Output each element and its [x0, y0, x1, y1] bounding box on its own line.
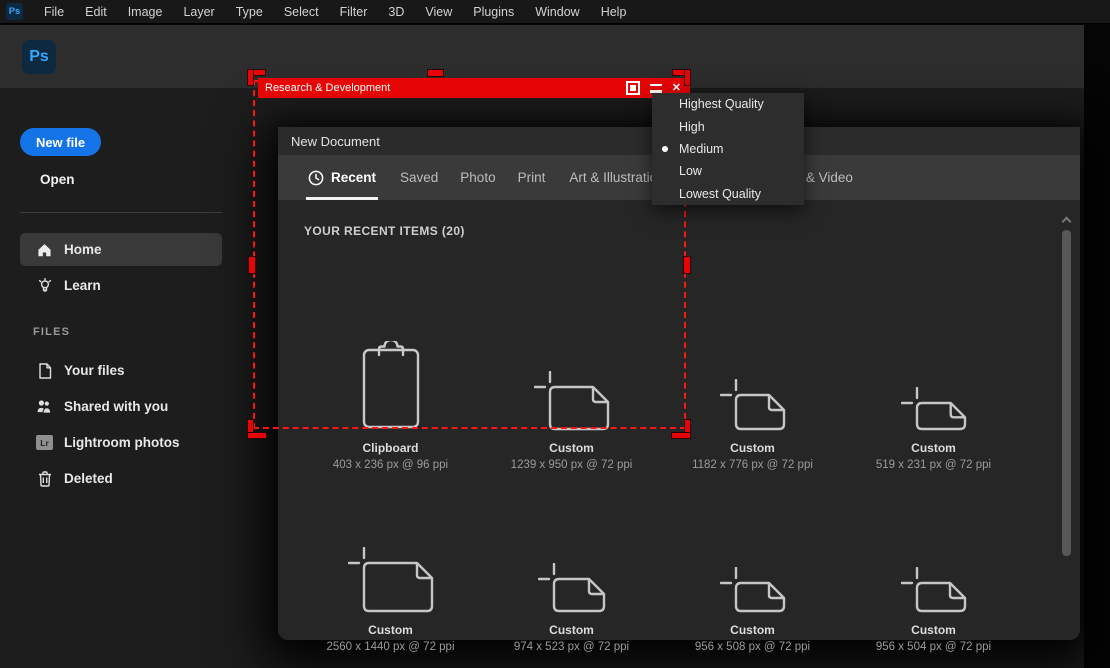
menu-select[interactable]: Select: [284, 5, 319, 19]
people-icon: [36, 398, 53, 415]
item-name: Custom: [911, 441, 956, 455]
sidebar-item-label: Lightroom photos: [64, 435, 179, 450]
files-section-label: FILES: [33, 326, 70, 338]
recent-item-custom[interactable]: Custom 1182 x 776 px @ 72 ppi: [662, 325, 843, 471]
item-details: 2560 x 1440 px @ 72 ppi: [326, 641, 454, 653]
display-toggle-fill: [630, 85, 636, 91]
item-details: 956 x 504 px @ 72 ppi: [876, 641, 991, 653]
menu-item-low[interactable]: Low: [652, 160, 804, 182]
lightroom-icon: Lr: [36, 434, 53, 451]
menu-item-label: Low: [679, 164, 702, 178]
menu-item-label: Highest Quality: [679, 97, 764, 111]
menu-layer[interactable]: Layer: [183, 5, 214, 19]
recent-item-custom[interactable]: Custom 2560 x 1440 px @ 72 ppi: [300, 507, 481, 653]
menu-3d[interactable]: 3D: [388, 5, 404, 19]
quality-dropdown-menu: Highest Quality High Medium Low Lowest Q…: [652, 93, 804, 205]
menu-item-label: Lowest Quality: [679, 187, 761, 201]
capture-window-title: Research & Development: [265, 82, 390, 94]
sidebar-item-lightroom-photos[interactable]: Lr Lightroom photos: [20, 426, 222, 459]
menu-item-label: Medium: [679, 142, 723, 156]
custom-doc-icon: [348, 547, 434, 613]
menu-type[interactable]: Type: [236, 5, 263, 19]
menu-window[interactable]: Window: [535, 5, 579, 19]
recent-item-custom[interactable]: Custom 956 x 504 px @ 72 ppi: [843, 507, 1024, 653]
sidebar-item-label: Your files: [64, 363, 125, 378]
item-name: Custom: [730, 623, 775, 637]
item-details: 403 x 236 px @ 96 ppi: [333, 459, 448, 471]
sidebar-item-label: Home: [64, 242, 102, 257]
item-name: Custom: [368, 623, 413, 637]
sidebar-item-your-files[interactable]: Your files: [20, 354, 222, 387]
menu-filter[interactable]: Filter: [340, 5, 368, 19]
item-details: 1182 x 776 px @ 72 ppi: [692, 459, 813, 471]
custom-doc-icon: [538, 563, 606, 613]
item-name: Custom: [911, 623, 956, 637]
sidebar-item-deleted[interactable]: Deleted: [20, 462, 222, 495]
capture-selection-region: [253, 80, 686, 429]
handle-middle-left[interactable]: [249, 257, 255, 273]
selected-bullet-icon: [662, 146, 668, 152]
menu-image[interactable]: Image: [128, 5, 163, 19]
close-icon[interactable]: ✕: [672, 83, 681, 93]
item-name: Clipboard: [363, 441, 419, 455]
home-icon: [36, 241, 53, 258]
photoshop-window: Ps File Edit Image Layer Type Select Fil…: [0, 0, 1110, 668]
handle-bottom-right[interactable]: [672, 433, 690, 438]
handle-top-right[interactable]: [685, 70, 690, 85]
sidebar-item-label: Shared with you: [64, 399, 168, 414]
new-file-button[interactable]: New file: [20, 128, 101, 156]
menu-plugins[interactable]: Plugins: [473, 5, 514, 19]
menu-view[interactable]: View: [425, 5, 452, 19]
custom-doc-icon: [901, 387, 967, 431]
menu-button[interactable]: [650, 84, 662, 93]
item-details: 974 x 523 px @ 72 ppi: [514, 641, 629, 653]
handle-middle-right[interactable]: [684, 257, 690, 273]
sidebar-item-label: Learn: [64, 278, 101, 293]
menu-item-lowest-quality[interactable]: Lowest Quality: [652, 183, 804, 205]
lightbulb-icon: [36, 277, 53, 294]
sidebar-item-home[interactable]: Home: [20, 233, 222, 266]
app-icon-small: Ps: [6, 3, 23, 20]
menu-item-high[interactable]: High: [652, 115, 804, 137]
menu-item-label: High: [679, 120, 705, 134]
trash-icon: [36, 470, 53, 487]
item-details: 519 x 231 px @ 72 ppi: [876, 459, 991, 471]
menu-item-highest-quality[interactable]: Highest Quality: [652, 93, 804, 115]
menu-file[interactable]: File: [44, 5, 64, 19]
handle-top-left[interactable]: [248, 70, 253, 85]
custom-doc-icon: [720, 567, 786, 613]
menu-edit[interactable]: Edit: [85, 5, 107, 19]
capture-window-titlebar[interactable]: Research & Development ✕: [258, 78, 690, 98]
sidebar-divider: [20, 212, 222, 213]
sidebar-item-label: Deleted: [64, 471, 113, 486]
item-name: Custom: [730, 441, 775, 455]
recent-item-custom[interactable]: Custom 519 x 231 px @ 72 ppi: [843, 325, 1024, 471]
item-details: 956 x 508 px @ 72 ppi: [695, 641, 810, 653]
sidebar-item-shared-with-you[interactable]: Shared with you: [20, 390, 222, 423]
display-toggle-button[interactable]: [626, 81, 640, 95]
sidebar-item-learn[interactable]: Learn: [20, 269, 222, 302]
custom-doc-icon: [720, 379, 786, 431]
menubar: Ps File Edit Image Layer Type Select Fil…: [0, 0, 1110, 24]
recent-item-custom[interactable]: Custom 974 x 523 px @ 72 ppi: [481, 507, 662, 653]
item-name: Custom: [549, 441, 594, 455]
open-button[interactable]: Open: [40, 172, 75, 187]
recent-item-custom[interactable]: Custom 956 x 508 px @ 72 ppi: [662, 507, 843, 653]
custom-doc-icon: [901, 567, 967, 613]
handle-bottom-left[interactable]: [248, 433, 266, 438]
handle-top-middle[interactable]: [428, 70, 443, 76]
file-icon: [36, 362, 53, 379]
item-details: 1239 x 950 px @ 72 ppi: [511, 459, 633, 471]
item-name: Custom: [549, 623, 594, 637]
menu-help[interactable]: Help: [601, 5, 627, 19]
photoshop-logo: Ps: [22, 40, 56, 74]
menu-item-medium[interactable]: Medium: [652, 138, 804, 160]
dialog-scrollbar[interactable]: [1062, 230, 1071, 556]
